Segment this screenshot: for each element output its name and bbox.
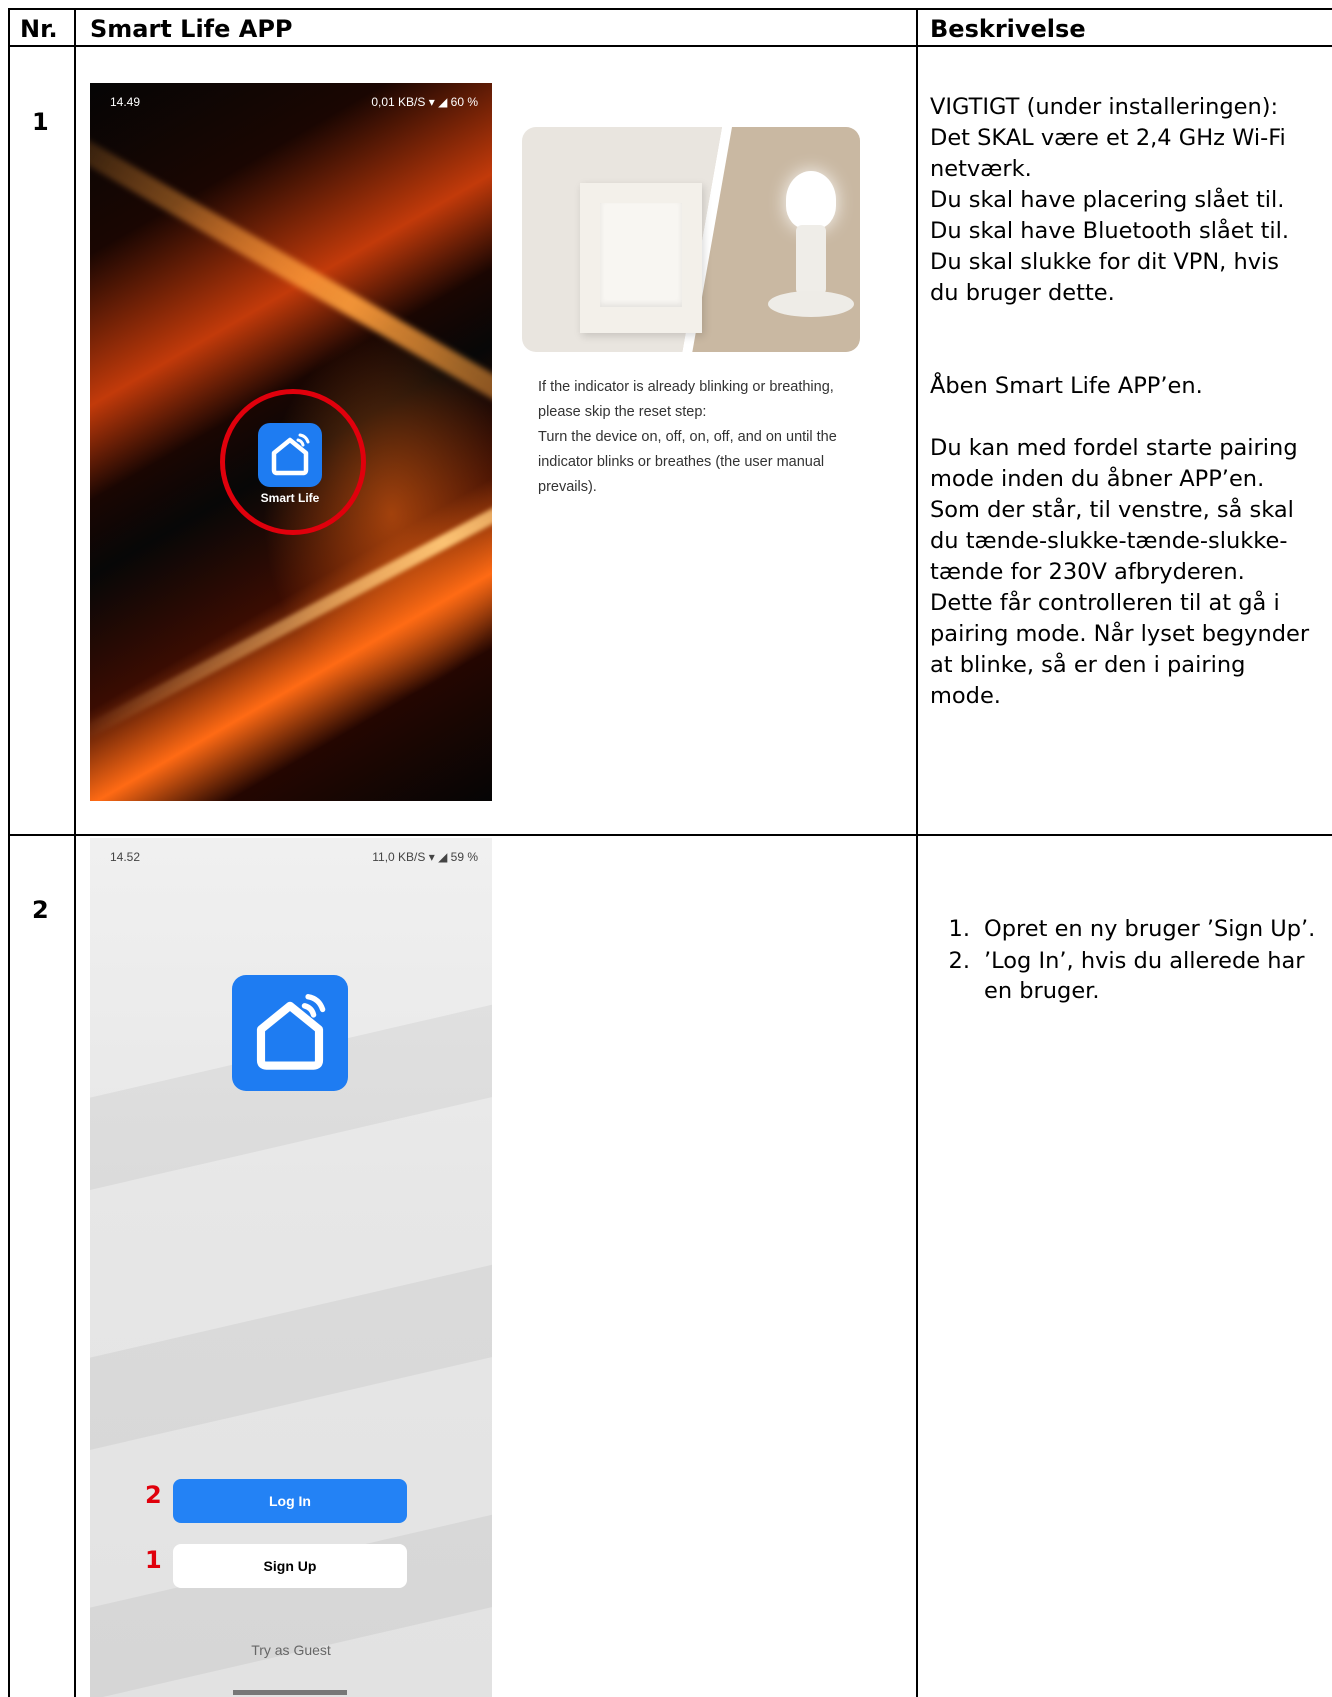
desc-line: Du skal have Bluetooth slået til.	[930, 218, 1290, 244]
hint-line: prevails).	[538, 479, 597, 495]
photo-table-surface	[682, 127, 860, 352]
desc-line: tænde for 230V afbryderen.	[930, 559, 1245, 585]
app-label: Smart Life	[260, 491, 320, 505]
background-shadow	[90, 1246, 492, 1460]
status-time: 14.49	[110, 95, 141, 109]
header-description: Beskrivelse	[930, 15, 1086, 43]
hint-line: please skip the reset step:	[538, 404, 707, 420]
list-item: 1. Opret en ny bruger ’Sign Up’.	[930, 914, 1330, 944]
phone-screenshot-home: 14.49 0,01 KB/S ▾ ◢ 60 % Smart Life	[90, 83, 492, 801]
desc-line: at blinke, så er den i pairing	[930, 652, 1246, 678]
wall-switch-rocker	[600, 203, 682, 307]
status-icons: 11,0 KB/S ▾ ◢ 59 %	[372, 850, 478, 864]
signup-button[interactable]: Sign Up	[173, 1544, 407, 1588]
login-button[interactable]: Log In	[173, 1479, 407, 1523]
desc-line: netværk.	[930, 156, 1032, 182]
lamp-base	[768, 291, 854, 317]
desc-line: du tænde-slukke-tænde-slukke-	[930, 528, 1288, 554]
list-number: 1.	[948, 916, 970, 942]
desc-line: VIGTIGT (under installeringen):	[930, 94, 1279, 120]
status-time: 14.52	[110, 850, 141, 864]
smart-life-logo	[232, 975, 348, 1091]
home-indicator	[233, 1690, 347, 1695]
status-icons: 0,01 KB/S ▾ ◢ 60 %	[371, 95, 478, 109]
list-number: 2.	[948, 948, 970, 974]
smart-life-app-icon[interactable]	[258, 423, 322, 487]
instruction-table: Nr. Smart Life APP Beskrivelse 1 14.49 0…	[0, 0, 1332, 1697]
row-number-1: 1	[32, 108, 49, 136]
list-text: ’Log In’, hvis du allerede har en bruger…	[984, 948, 1305, 1004]
header-divider	[8, 45, 1332, 47]
header-app: Smart Life APP	[90, 15, 293, 43]
desc-line: Åben Smart Life APP’en.	[930, 373, 1203, 399]
desc-line: pairing mode. Når lyset begynder	[930, 621, 1310, 647]
lamp-stem	[796, 225, 826, 295]
background-shadow	[90, 1496, 492, 1697]
marker-login: 2	[145, 1481, 162, 1509]
smart-bulb	[786, 171, 836, 229]
row-1-description: VIGTIGT (under installeringen): Det SKAL…	[930, 92, 1330, 712]
col-divider-1	[74, 8, 76, 1697]
desc-line: mode inden du åbner APP’en.	[930, 466, 1265, 492]
status-bar: 14.52 11,0 KB/S ▾ ◢ 59 %	[110, 850, 478, 864]
header-nr: Nr.	[20, 15, 58, 43]
table-border-top	[8, 8, 1332, 10]
status-indicators: 11,0 KB/S ▾ ◢ 59 %	[372, 850, 478, 864]
status-bar: 14.49 0,01 KB/S ▾ ◢ 60 %	[110, 95, 478, 109]
status-indicators: 0,01 KB/S ▾ ◢ 60 %	[371, 95, 478, 109]
reset-hint-text: If the indicator is already blinking or …	[538, 375, 868, 500]
hint-line: indicator blinks or breathes (the user m…	[538, 454, 825, 470]
desc-line: Du kan med fordel starte pairing	[930, 435, 1298, 461]
desc-line: du bruger dette.	[930, 280, 1115, 306]
desc-line	[930, 340, 1330, 371]
hint-line: Turn the device on, off, on, off, and on…	[538, 429, 837, 445]
row-number-2: 2	[32, 896, 49, 924]
phone-screenshot-login: 14.52 11,0 KB/S ▾ ◢ 59 % 2 Log In 1 Sign…	[90, 838, 492, 1697]
hint-line: If the indicator is already blinking or …	[538, 379, 834, 395]
row-divider	[8, 834, 1332, 836]
device-photo	[522, 127, 860, 352]
list-item: 2. ’Log In’, hvis du allerede har en bru…	[930, 946, 1330, 1006]
col-divider-2	[916, 8, 918, 1697]
desc-line	[930, 402, 1330, 433]
house-wifi-icon	[271, 433, 310, 476]
marker-signup: 1	[145, 1546, 162, 1574]
desc-line: mode.	[930, 683, 1001, 709]
desc-line: Dette får controlleren til at gå i	[930, 590, 1280, 616]
desc-line	[930, 309, 1330, 340]
desc-line: Du skal slukke for dit VPN, hvis	[930, 249, 1280, 275]
desc-line: Som der står, til venstre, så skal	[930, 497, 1294, 523]
desc-line: Du skal have placering slået til.	[930, 187, 1285, 213]
desc-line: Det SKAL være et 2,4 GHz Wi-Fi	[930, 125, 1286, 151]
house-wifi-icon	[256, 994, 326, 1070]
table-border-left	[8, 8, 10, 1697]
try-as-guest-link[interactable]: Try as Guest	[90, 1642, 492, 1658]
row-2-description: 1. Opret en ny bruger ’Sign Up’. 2. ’Log…	[930, 914, 1330, 1008]
list-text: Opret en ny bruger ’Sign Up’.	[984, 916, 1316, 942]
